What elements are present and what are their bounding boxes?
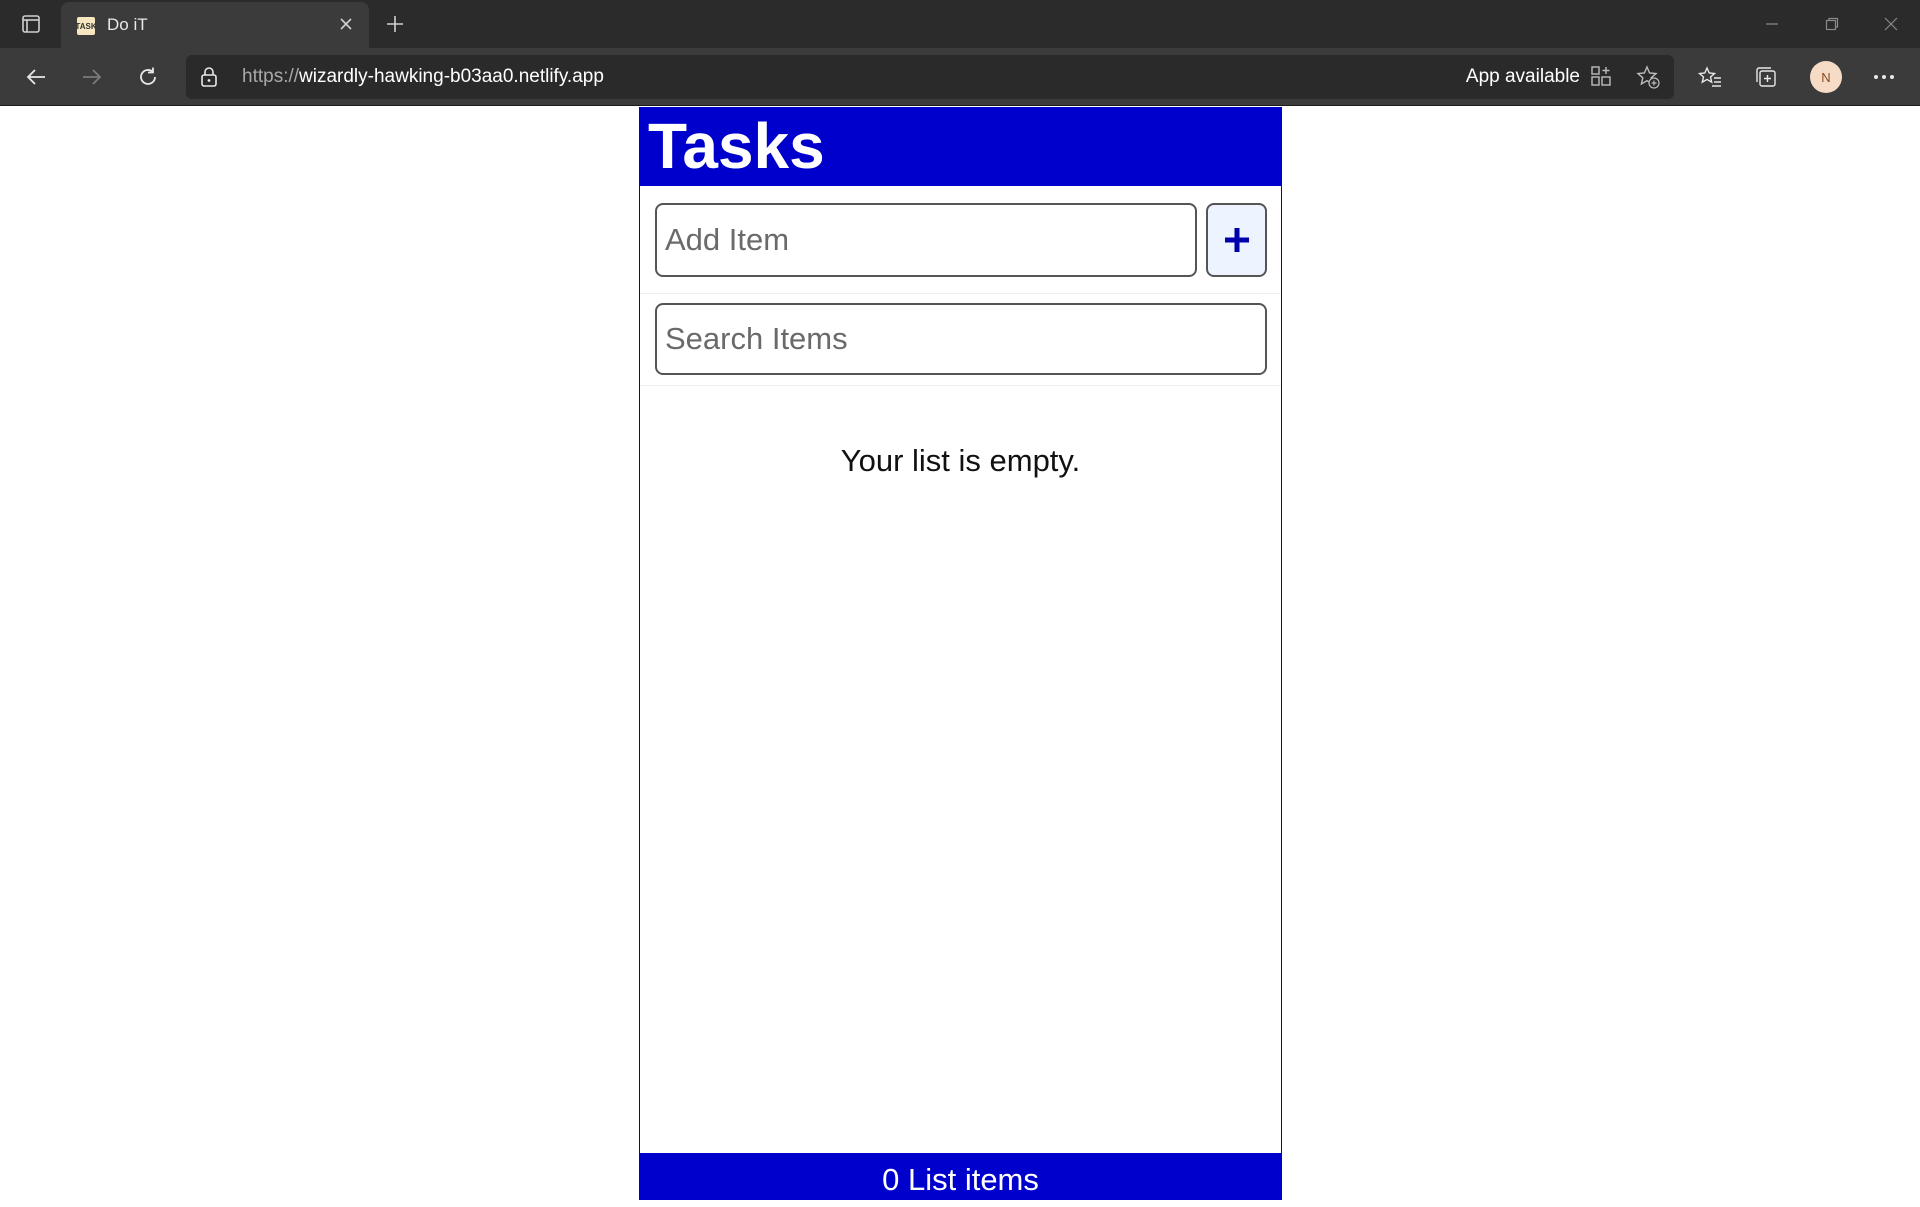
profile-avatar[interactable]: N bbox=[1810, 61, 1842, 93]
refresh-button[interactable] bbox=[130, 60, 166, 94]
tab-actions-icon bbox=[22, 15, 40, 33]
new-tab-button[interactable] bbox=[380, 9, 410, 39]
tab-favicon: TASK bbox=[75, 17, 97, 35]
window-close-icon bbox=[1884, 17, 1898, 31]
collections-icon bbox=[1756, 67, 1776, 87]
back-button[interactable] bbox=[18, 60, 54, 94]
tab-title: Do iT bbox=[107, 15, 148, 34]
collections-button[interactable] bbox=[1748, 60, 1784, 94]
plus-icon bbox=[1224, 228, 1249, 252]
url-scheme: https:// bbox=[242, 66, 300, 87]
more-button[interactable] bbox=[1866, 60, 1902, 94]
url-text[interactable]: https://wizardly-hawking-b03aa0.netlify.… bbox=[242, 66, 604, 88]
restore-button[interactable] bbox=[1812, 10, 1852, 38]
browser-tab-active[interactable]: TASK Do iT bbox=[61, 2, 369, 48]
favorites-button[interactable] bbox=[1692, 60, 1728, 94]
restore-icon bbox=[1825, 17, 1839, 31]
tab-actions-button[interactable] bbox=[10, 9, 52, 39]
add-item-form bbox=[640, 186, 1281, 294]
browser-tab-bar: TASK Do iT bbox=[0, 0, 1920, 48]
tab-close-button[interactable] bbox=[335, 13, 357, 35]
minimize-icon bbox=[1766, 23, 1778, 25]
forward-icon bbox=[83, 69, 102, 85]
app-available-label[interactable]: App available bbox=[1466, 66, 1580, 88]
add-favorite-icon[interactable] bbox=[1636, 65, 1660, 89]
close-icon bbox=[340, 18, 352, 30]
favorites-icon bbox=[1698, 66, 1721, 87]
add-item-input[interactable] bbox=[655, 203, 1197, 277]
search-form bbox=[640, 295, 1281, 386]
add-item-button[interactable] bbox=[1206, 203, 1267, 277]
url-host: wizardly-hawking-b03aa0.netlify.app bbox=[299, 66, 604, 87]
more-icon bbox=[1874, 75, 1894, 79]
browser-toolbar: https://wizardly-hawking-b03aa0.netlify.… bbox=[0, 48, 1920, 106]
refresh-icon bbox=[140, 67, 156, 85]
minimize-button[interactable] bbox=[1752, 10, 1792, 38]
lock-icon[interactable] bbox=[200, 66, 218, 88]
page-title: Tasks bbox=[648, 110, 825, 182]
tasks-app: Tasks Your list is empty. 0 List items bbox=[639, 107, 1282, 1200]
address-bar[interactable]: https://wizardly-hawking-b03aa0.netlify.… bbox=[186, 55, 1674, 99]
forward-button[interactable] bbox=[74, 60, 110, 94]
app-header: Tasks bbox=[640, 107, 1281, 186]
window-close-button[interactable] bbox=[1871, 10, 1911, 38]
app-install-icon[interactable] bbox=[1590, 65, 1612, 87]
back-icon bbox=[26, 69, 45, 85]
new-tab-icon bbox=[387, 16, 403, 32]
empty-list-message: Your list is empty. bbox=[840, 443, 1081, 478]
item-count-footer: 0 List items bbox=[640, 1153, 1281, 1200]
search-input[interactable] bbox=[655, 303, 1267, 375]
